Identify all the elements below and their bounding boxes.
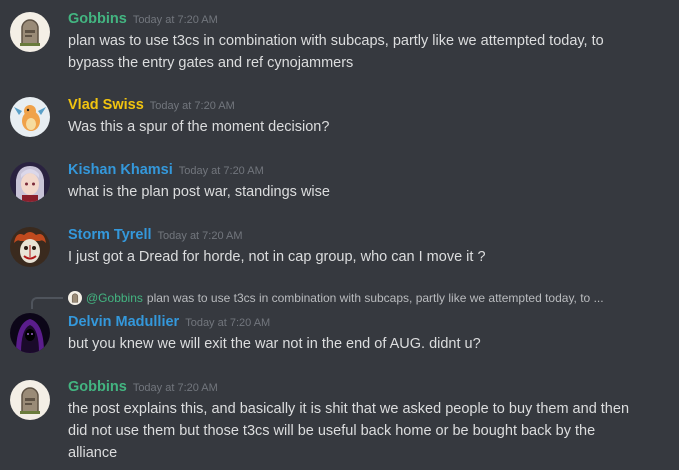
message-line: did not use them but those t3cs will be … [68, 423, 596, 439]
timestamp: Today at 7:20 AM [185, 317, 271, 329]
tombstone-avatar-icon[interactable] [10, 380, 50, 420]
message-line: bypass the entry gates and ref cynojamme… [68, 55, 354, 71]
clown-avatar-icon[interactable] [10, 227, 50, 267]
author-name[interactable]: Gobbins [68, 379, 127, 395]
message-line: but you knew we will exit the war not in… [68, 336, 481, 352]
message-content: the post explains this, and basically it… [68, 398, 668, 464]
timestamp: Today at 7:20 AM [132, 14, 218, 26]
author-name[interactable]: Delvin Madullier [68, 314, 179, 330]
message-line: alliance [68, 445, 118, 461]
message-line: what is the plan post war, standings wis… [68, 184, 330, 200]
message-content: plan was to use t3cs in combination with… [68, 30, 668, 74]
tombstone-avatar-icon [68, 291, 82, 305]
reply-connector [31, 297, 63, 309]
author-name[interactable]: Kishan Khamsi [68, 162, 173, 178]
anime-avatar-icon[interactable] [10, 162, 50, 202]
author-name[interactable]: Vlad Swiss [68, 97, 144, 113]
timestamp: Today at 7:20 AM [178, 165, 264, 177]
message-line: Was this a spur of the moment decision? [68, 119, 330, 135]
message-content: what is the plan post war, standings wis… [68, 181, 668, 203]
reply-reference[interactable]: @Gobbins plan was to use t3cs in combinat… [68, 291, 668, 305]
timestamp: Today at 7:20 AM [149, 100, 235, 112]
reply-excerpt: plan was to use t3cs in combination with… [146, 291, 604, 305]
tombstone-avatar-icon[interactable] [10, 12, 50, 52]
author-name[interactable]: Storm Tyrell [68, 227, 152, 243]
message-line: the post explains this, and basically it… [68, 401, 630, 417]
author-name[interactable]: Gobbins [68, 11, 127, 27]
message-content: I just got a Dread for horde, not in cap… [68, 246, 668, 268]
message-line: I just got a Dread for horde, not in cap… [68, 249, 486, 265]
message-line: plan was to use t3cs in combination with… [68, 33, 604, 49]
timestamp: Today at 7:20 AM [132, 382, 218, 394]
message-content: Was this a spur of the moment decision? [68, 116, 668, 138]
timestamp: Today at 7:20 AM [157, 230, 243, 242]
message-content: but you knew we will exit the war not in… [68, 333, 668, 355]
hooded-figure-avatar-icon[interactable] [10, 313, 50, 353]
reply-mention[interactable]: @Gobbins [86, 291, 143, 305]
dragon-avatar-icon[interactable] [10, 97, 50, 137]
